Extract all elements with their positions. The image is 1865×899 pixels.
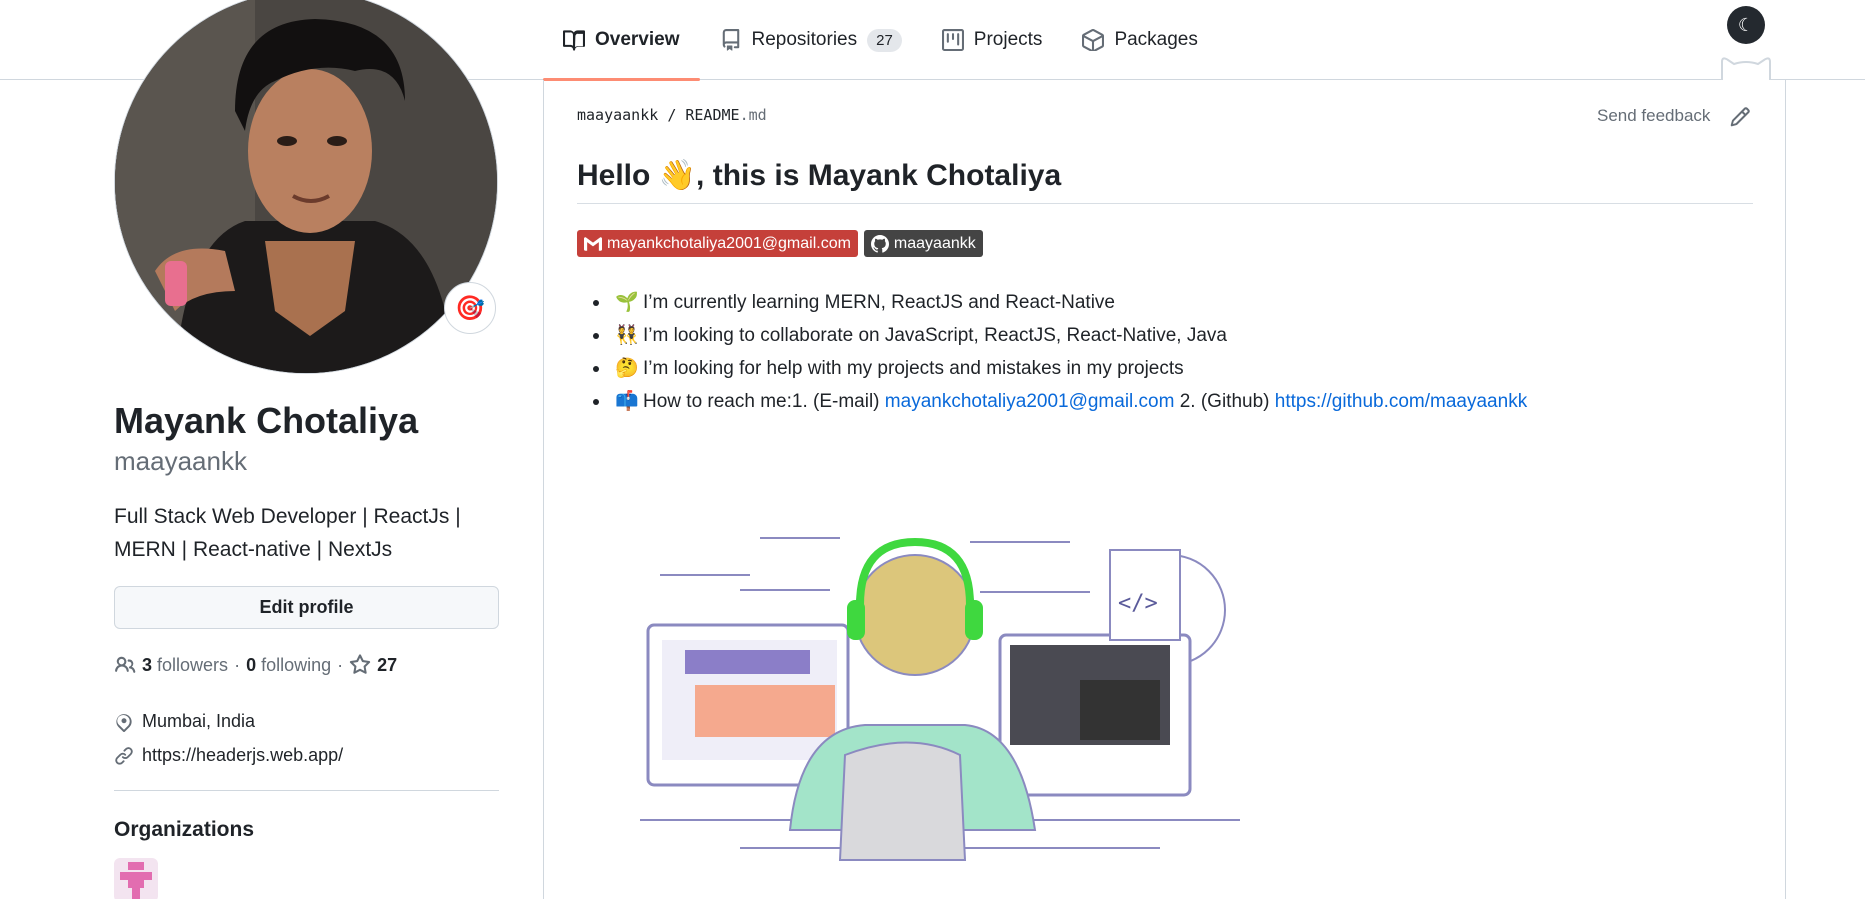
people-icon (115, 656, 136, 673)
bullet-text: I’m looking to collaborate on JavaScript… (643, 325, 1227, 346)
repo-icon (722, 29, 739, 51)
heading-text-start: Hello (577, 159, 659, 192)
profile-bio: Full Stack Web Developer | ReactJs | MER… (114, 505, 461, 561)
readme-file-name[interactable]: README.md (685, 106, 766, 124)
readme-heading: Hello 👋, this is Mayank Chotaliya (577, 158, 1753, 204)
email-link[interactable]: mayankchotaliya2001@gmail.com (885, 391, 1175, 412)
list-item: 🌱 I’m currently learning MERN, ReactJS an… (577, 286, 1527, 319)
bullet-text: How to reach me:1. (E-mail) (643, 391, 885, 412)
readme-path: maayaankk / README.md (577, 106, 767, 124)
moon-icon[interactable]: ☾ (1727, 6, 1765, 44)
send-feedback-link[interactable]: Send feedback (1597, 106, 1710, 126)
following-link[interactable]: 0 following (246, 655, 331, 676)
path-separator: / (667, 106, 677, 124)
link-icon (115, 746, 133, 765)
waving-hand-emoji: 👋 (658, 159, 697, 192)
readme-bullet-list: 🌱 I’m currently learning MERN, ReactJS an… (577, 286, 1527, 418)
location-icon (116, 713, 132, 732)
tab-projects-label: Projects (973, 29, 1043, 50)
gmail-badge-label: mayankchotaliya2001@gmail.com (607, 234, 851, 252)
tab-repositories-label: Repositories (751, 29, 858, 50)
github-badge-label: maayaankk (893, 234, 976, 252)
stars-count: 27 (377, 654, 398, 675)
website-item: https://headerjs.web.app/ (114, 745, 343, 766)
seedling-emoji: 🌱 (615, 292, 639, 313)
bullet-text: I’m currently learning MERN, ReactJS and… (643, 292, 1116, 313)
organization-avatar[interactable] (114, 858, 158, 899)
thinking-emoji: 🤔 (615, 358, 639, 379)
repositories-count-badge: 27 (867, 28, 902, 52)
gmail-badge[interactable]: mayankchotaliya2001@gmail.com (577, 230, 858, 257)
book-icon (563, 30, 585, 51)
following-label: following (261, 654, 332, 675)
bullet-text: I’m looking for help with my projects an… (643, 358, 1184, 379)
gmail-icon (584, 236, 602, 251)
project-icon (941, 29, 964, 51)
followers-link[interactable]: 3 followers (142, 655, 228, 676)
tab-overview-label: Overview (595, 29, 680, 50)
org-identicon (120, 862, 152, 899)
website-link[interactable]: https://headerjs.web.app/ (142, 745, 343, 766)
contact-badges: mayankchotaliya2001@gmail.com maayaankk (577, 230, 983, 257)
profile-avatar[interactable] (114, 0, 498, 374)
following-count: 0 (246, 654, 257, 675)
followers-count: 3 (142, 654, 153, 675)
follow-stats: 3 followers · 0 following · 27 (114, 654, 397, 676)
sidebar-divider (114, 790, 499, 791)
location-item: Mumbai, India (114, 711, 255, 732)
readme-owner-link[interactable]: maayaankk (577, 106, 658, 124)
tab-repositories[interactable]: Repositories 27 (700, 0, 922, 80)
readme-file-ext: .md (739, 106, 767, 124)
bullet-text: 2. (Github) (1174, 391, 1275, 412)
organizations-heading: Organizations (114, 818, 255, 841)
package-icon (1082, 29, 1105, 51)
github-icon (870, 234, 889, 253)
dancers-emoji: 👯 (615, 325, 639, 346)
tab-packages-label: Packages (1114, 29, 1198, 50)
pencil-icon[interactable] (1729, 106, 1751, 128)
list-item: 👯 I’m looking to collaborate on JavaScrip… (577, 319, 1527, 352)
list-item: 🤔 I’m looking for help with my projects a… (577, 352, 1527, 385)
github-profile-link[interactable]: https://github.com/maayaankk (1275, 391, 1527, 412)
readme-file-base: README (685, 106, 740, 124)
avatar-photo (115, 0, 497, 373)
tab-projects[interactable]: Projects (922, 0, 1063, 80)
separator-dot: · (337, 654, 344, 675)
svg-text:</>: </> (1118, 591, 1158, 616)
location-text: Mumbai, India (142, 711, 256, 731)
stars-link[interactable]: 27 (349, 654, 397, 676)
octocat-corner-icon (1721, 57, 1771, 80)
status-emoji-button[interactable]: 🎯 (444, 282, 496, 334)
star-icon (349, 654, 371, 674)
separator-dot: · (234, 654, 241, 675)
edit-profile-button[interactable]: Edit profile (114, 586, 499, 629)
followers-label: followers (157, 654, 229, 675)
profile-full-name: Mayank Chotaliya (114, 400, 419, 441)
profile-login: maayaankk (114, 446, 247, 476)
mailbox-emoji: 📫 (615, 391, 639, 412)
heading-text-end: , this is Mayank Chotaliya (696, 159, 1062, 192)
tab-overview[interactable]: Overview (543, 0, 700, 81)
tab-nav: Overview Repositories 27 Projects Packag… (543, 0, 1218, 81)
status-emoji: 🎯 (455, 294, 485, 322)
tab-packages[interactable]: Packages (1062, 0, 1217, 80)
list-item: 📫 How to reach me:1. (E-mail) mayankchota… (577, 385, 1527, 418)
developer-illustration: </> (640, 537, 1240, 861)
github-badge[interactable]: maayaankk (863, 230, 983, 257)
